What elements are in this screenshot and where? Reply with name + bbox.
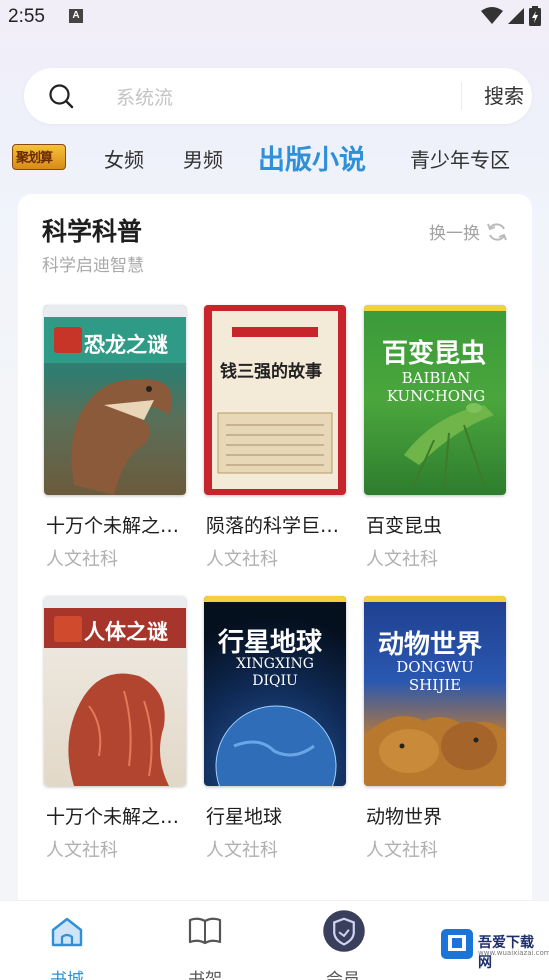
watermark-url: www.wuaixiazai.com: [478, 949, 549, 957]
refresh-icon: [487, 222, 507, 241]
search-icon: [49, 84, 74, 109]
search-bar: 系统流 搜索: [24, 68, 532, 124]
book-cover[interactable]: 人体之谜: [44, 596, 186, 786]
tab-male[interactable]: 男频: [183, 144, 223, 173]
book-title: 百变昆虫: [366, 515, 443, 537]
nav-membership[interactable]: 会员: [298, 910, 388, 980]
section-subtitle: 科学启迪智慧: [42, 256, 144, 276]
watermark-icon: [441, 929, 473, 959]
status-notification-icon: A: [69, 9, 83, 23]
nav-label: 书架: [188, 970, 222, 980]
section-card: 科学科普 科学启迪智慧 换一换 恐龙之谜 十万个未解之谜·恐龙之谜 人文社科: [18, 194, 532, 914]
book-cover[interactable]: 钱三强的故事: [204, 305, 346, 495]
book-title: 十万个未解之谜·人体之谜: [46, 806, 188, 828]
cover-subtitle: DONGWU SHIJIE: [396, 658, 474, 694]
biography-cover-art: [212, 311, 338, 489]
tab-female[interactable]: 女频: [104, 144, 144, 173]
tab-youth-zone[interactable]: 青少年专区: [410, 144, 510, 173]
book-cover[interactable]: 恐龙之谜: [44, 305, 186, 495]
watermark-logo: 吾爱下载网 www.wuaixiazai.com: [440, 928, 549, 971]
cover-title: 百变昆虫: [382, 339, 487, 369]
tab-published-novels[interactable]: 出版小说: [258, 138, 366, 177]
battery-icon: [529, 6, 541, 26]
signal-icon: [508, 8, 524, 24]
cover-title: 钱三强的故事: [220, 362, 322, 382]
book-author: 人文社科: [366, 549, 438, 570]
book-cover[interactable]: 行星地球 XINGXING DIQIU: [204, 596, 346, 786]
search-input[interactable]: 系统流: [116, 83, 173, 110]
book-cover[interactable]: 百变昆虫 BAIBIAN KUNCHONG: [364, 305, 506, 495]
book-author: 人文社科: [46, 549, 118, 570]
cover-title: 恐龙之谜: [84, 333, 168, 357]
book-cover[interactable]: 动物世界 DONGWU SHIJIE: [364, 596, 506, 786]
refresh-button[interactable]: 换一换: [429, 219, 508, 244]
nav-bookstore[interactable]: 书城: [22, 911, 112, 980]
status-bar: 2:55 A: [0, 0, 549, 34]
nav-label: 书城: [50, 970, 84, 980]
cover-title: 行星地球: [218, 628, 323, 658]
vip-shield-icon: [323, 910, 365, 952]
book-title: 行星地球: [206, 806, 283, 828]
wifi-icon: [481, 7, 503, 24]
book-title: 动物世界: [366, 806, 443, 828]
cover-subtitle: XINGXING DIQIU: [236, 656, 314, 689]
cover-subtitle: BAIBIAN KUNCHONG: [386, 369, 486, 405]
book-author: 人文社科: [206, 549, 278, 570]
home-icon: [51, 917, 83, 947]
nav-label: 会员: [326, 970, 360, 980]
book-icon: [188, 917, 222, 945]
promo-logo-icon[interactable]: 聚划算: [12, 144, 66, 170]
category-tabs: 聚划算 女频 男频 出版小说 青少年专区: [0, 132, 549, 182]
book-author: 人文社科: [46, 840, 118, 861]
book-author: 人文社科: [206, 840, 278, 861]
nav-bookshelf[interactable]: 书架: [160, 911, 250, 980]
refresh-label: 换一换: [429, 224, 480, 244]
cover-title: 人体之谜: [84, 620, 168, 644]
status-time: 2:55: [8, 6, 45, 27]
cover-title: 动物世界: [378, 630, 483, 660]
section-title: 科学科普: [42, 217, 143, 246]
book-author: 人文社科: [366, 840, 438, 861]
search-button[interactable]: 搜索: [472, 81, 536, 111]
book-title: 十万个未解之谜·恐龙之谜: [46, 515, 188, 537]
status-icons: [481, 6, 541, 26]
search-divider: [461, 82, 462, 110]
book-title: 陨落的科学巨星：钱三强的故事: [206, 515, 348, 537]
